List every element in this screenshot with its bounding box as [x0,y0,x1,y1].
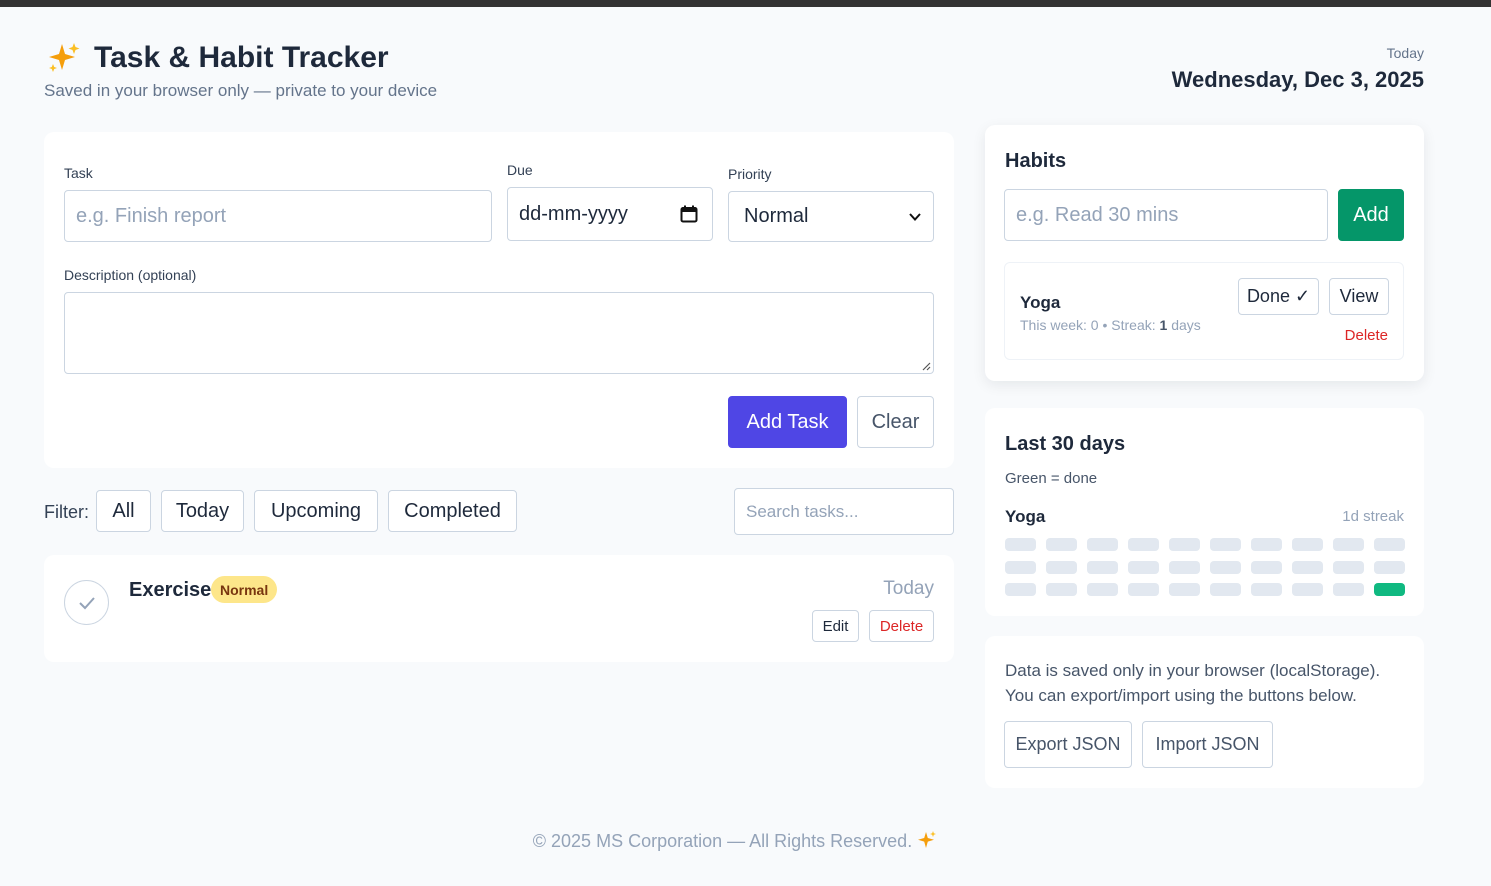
heatmap-day-cell [1128,583,1159,596]
footer-text: © 2025 MS Corporation — All Rights Reser… [532,831,913,851]
task-input-placeholder: e.g. Finish report [76,204,227,227]
check-icon [78,596,95,609]
heatmap-day-cell [1333,583,1364,596]
sparkles-icon [918,831,937,848]
heatmap-day-cell [1005,538,1036,551]
heatmap-day-cell [1292,538,1323,551]
heatmap-day-cell [1251,538,1282,551]
chevron-down-icon [909,213,921,221]
filter-today-button[interactable]: Today [161,490,244,532]
habit-streak-unit: days [1171,317,1201,333]
app-title-text: Task & Habit Tracker [94,41,389,74]
priority-label: Priority [728,166,772,182]
heatmap-day-cell [1210,583,1241,596]
today-date: Wednesday, Dec 3, 2025 [1171,67,1424,92]
top-bar [0,0,1491,7]
clear-button[interactable]: Clear [857,396,934,448]
heatmap-day-cell [1169,538,1200,551]
search-tasks-placeholder: Search tasks... [746,501,859,521]
footer: © 2025 MS Corporation — All Rights Reser… [0,830,1470,852]
habit-input-placeholder: e.g. Read 30 mins [1016,203,1179,226]
heatmap-day-cell [1087,560,1118,574]
heatmap-day-cell [1087,538,1118,551]
task-form-card: Task e.g. Finish report Due dd-mm-yyyy P… [44,132,954,468]
export-json-button[interactable]: Export JSON [1004,721,1132,768]
add-habit-button[interactable]: Add [1338,189,1404,241]
calendar-icon[interactable] [680,205,698,223]
heatmap-day-cell [1046,583,1077,596]
heatmap-day-cell [1374,583,1405,596]
heatmap-day-cell [1046,560,1077,574]
habit-input[interactable]: e.g. Read 30 mins [1004,189,1328,241]
heatmap-day-cell [1169,560,1200,574]
last-30-days-title: Last 30 days [1005,433,1126,455]
edit-task-button[interactable]: Edit [812,610,859,642]
habits-title: Habits [1005,150,1067,172]
habit-week-text: This week: 0 • Streak: [1020,317,1156,333]
habit-done-button[interactable]: Done ✓ [1238,278,1319,315]
description-label: Description (optional) [64,267,197,283]
priority-badge: Normal [211,576,278,603]
resize-handle-icon[interactable] [922,362,931,371]
add-task-button[interactable]: Add Task [728,396,847,448]
habits-card: Habits e.g. Read 30 mins Add Yoga This w… [985,125,1424,381]
heatmap-streak-label: 1d streak [1342,508,1404,525]
filter-all-button[interactable]: All [96,490,151,532]
due-date-placeholder: dd-mm-yyyy [519,202,628,225]
import-json-button[interactable]: Import JSON [1142,721,1273,768]
heatmap-day-cell [1005,583,1036,596]
heatmap-day-cell [1333,538,1364,551]
due-label: Due [507,162,533,178]
heatmap-day-cell [1333,560,1364,574]
task-label: Task [64,165,93,181]
heatmap-day-cell [1210,560,1241,574]
habit-delete-link[interactable]: Delete [1345,327,1388,344]
heatmap-day-cell [1374,560,1405,574]
today-label: Today [1386,45,1424,61]
heatmap-day-cell [1087,583,1118,596]
data-storage-note: Data is saved only in your browser (loca… [1005,661,1381,705]
data-storage-card: Data is saved only in your browser (loca… [985,636,1424,788]
task-due-date: Today [883,578,934,599]
task-item: Exercise Normal Today Edit Delete [44,555,954,662]
heatmap-habit-name: Yoga [1005,507,1046,526]
task-title: Exercise [129,579,212,601]
filter-completed-button[interactable]: Completed [388,490,517,532]
priority-select[interactable]: Normal [728,191,934,242]
search-tasks-input[interactable]: Search tasks... [734,488,954,535]
task-input[interactable]: e.g. Finish report [64,190,492,242]
heatmap-day-cell [1210,538,1241,551]
habit-view-button[interactable]: View [1329,278,1389,315]
priority-selected-value: Normal [744,205,809,227]
filter-label: Filter: [44,502,89,522]
heatmap-day-cell [1128,538,1159,551]
heatmap-day-cell [1005,560,1036,574]
description-textarea[interactable] [64,292,934,374]
heatmap-day-cell [1292,560,1323,574]
habit-heatmap [1005,538,1405,598]
habit-row: Yoga This week: 0 • Streak: 1 days Done … [1004,262,1404,360]
app-title: Task & Habit Tracker [46,40,389,76]
habit-stats: This week: 0 • Streak: 1 days [1020,317,1201,333]
heatmap-day-cell [1128,560,1159,574]
heatmap-day-cell [1292,583,1323,596]
heatmap-day-cell [1251,560,1282,574]
complete-task-toggle[interactable] [64,580,109,625]
heatmap-day-cell [1169,583,1200,596]
app-subtitle: Saved in your browser only — private to … [44,81,438,100]
heatmap-day-cell [1374,538,1405,551]
sparkles-icon [49,43,80,72]
due-date-input[interactable]: dd-mm-yyyy [507,187,713,241]
heatmap-legend-note: Green = done [1005,470,1098,487]
heatmap-day-cell [1046,538,1077,551]
habit-streak-value: 1 [1159,317,1168,333]
delete-task-button[interactable]: Delete [869,610,934,642]
heatmap-day-cell [1251,583,1282,596]
last-30-days-card: Last 30 days Green = done Yoga 1d streak [985,408,1424,616]
habit-name: Yoga [1020,293,1061,312]
filter-upcoming-button[interactable]: Upcoming [254,490,378,532]
